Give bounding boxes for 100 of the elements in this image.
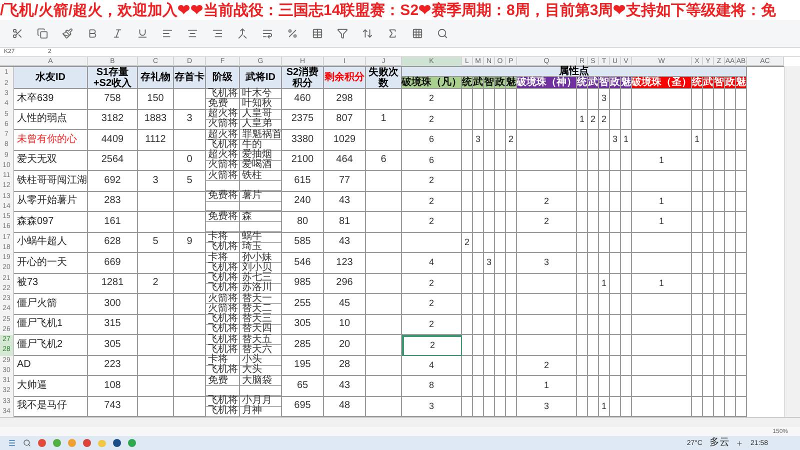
toolbar-icon[interactable] [112, 28, 123, 39]
table-cell [588, 212, 599, 232]
table-cell [725, 130, 736, 150]
table-cell [473, 253, 484, 274]
toolbar-icon[interactable] [337, 28, 348, 39]
table-cell: 43 [324, 192, 366, 212]
table-cell [495, 89, 506, 110]
table-cell: 2 [402, 294, 462, 314]
table-cell [725, 356, 736, 376]
column-header: 存首卡 [174, 72, 204, 83]
toolbar-icon[interactable] [237, 28, 248, 39]
table-cell: 爱天无双 [14, 150, 88, 171]
table-cell [484, 89, 495, 110]
table-cell: 2 [517, 192, 577, 212]
toolbar-icon[interactable] [37, 28, 48, 39]
stat-header: 统 [692, 77, 703, 89]
table-cell: 叶知秋 [240, 99, 281, 110]
table-cell [495, 314, 506, 335]
table-cell [588, 150, 599, 171]
table-cell [577, 376, 588, 396]
table-cell [366, 192, 402, 212]
stat-header: 统 [462, 77, 473, 89]
table-cell [517, 150, 577, 171]
table-cell [736, 274, 747, 294]
table-cell [138, 356, 174, 376]
toolbar-icon[interactable] [162, 28, 173, 39]
table-cell: 苏洛川 [240, 284, 281, 294]
toolbar-icon[interactable] [437, 28, 448, 39]
table-cell [506, 314, 517, 335]
table-cell: 小蜗牛超人 [14, 232, 88, 253]
table-cell [462, 192, 473, 212]
table-cell: 2 [588, 110, 599, 130]
table-cell: 1 [366, 110, 402, 130]
table-cell [610, 171, 621, 192]
table-cell: 1112 [138, 130, 174, 150]
stat-header: 武 [588, 77, 599, 89]
toolbar-icon[interactable] [187, 28, 198, 39]
table-cell [366, 376, 402, 396]
table-cell [736, 376, 747, 396]
table-cell [703, 274, 714, 294]
table-cell [632, 294, 692, 314]
table-cell: 45 [324, 294, 366, 314]
search-icon[interactable] [23, 439, 31, 447]
table-cell [517, 232, 577, 253]
table-cell [692, 294, 703, 314]
table-cell: 807 [324, 110, 366, 130]
table-cell [736, 232, 747, 253]
toolbar-icon[interactable] [387, 28, 398, 39]
table-cell: 150 [138, 89, 174, 110]
table-cell: 65 [282, 376, 324, 396]
table-cell [473, 110, 484, 130]
table-cell [174, 294, 206, 314]
toolbar-icon[interactable] [262, 28, 273, 39]
start-icon[interactable] [8, 439, 16, 447]
table-cell [402, 232, 462, 253]
table-cell: 1 [632, 212, 692, 232]
table-cell: 2 [402, 110, 462, 130]
stat-header: 魅 [621, 77, 632, 89]
table-cell [714, 130, 725, 150]
table-cell: 2100 [282, 150, 324, 171]
toolbar-icon[interactable] [137, 28, 148, 39]
table-cell: 3 [599, 89, 610, 110]
table-cell: 被73 [14, 274, 88, 294]
table-cell [703, 89, 714, 110]
toolbar-icon[interactable] [62, 28, 73, 39]
table-cell: 4 [402, 356, 462, 376]
table-cell: 546 [282, 253, 324, 274]
table-cell [610, 232, 621, 253]
toolbar-icon[interactable] [312, 28, 323, 39]
table-cell [517, 171, 577, 192]
table-cell [174, 314, 206, 335]
group-header: 属性点 [402, 67, 747, 77]
column-header: 水友ID [36, 72, 66, 83]
table-cell: 免费将 [206, 192, 239, 202]
table-cell [610, 356, 621, 376]
table-cell [621, 110, 632, 130]
table-cell [588, 130, 599, 150]
toolbar-icon[interactable] [12, 28, 23, 39]
table-cell [506, 274, 517, 294]
toolbar-icon[interactable] [412, 28, 423, 39]
table-cell [736, 130, 747, 150]
table-cell [714, 192, 725, 212]
vertical-scrollbar[interactable] [784, 66, 800, 417]
tray-icon[interactable] [736, 440, 744, 446]
table-cell [495, 232, 506, 253]
table-cell: 298 [324, 89, 366, 110]
toolbar-icon[interactable] [287, 28, 298, 39]
table-cell: 火箭将 [206, 160, 239, 171]
table-cell: 240 [282, 192, 324, 212]
table-cell [588, 294, 599, 314]
table-cell: 585 [282, 232, 324, 253]
table-cell [506, 192, 517, 212]
table-cell [577, 171, 588, 192]
table-cell: 僵尸飞机1 [14, 314, 88, 335]
toolbar-icon[interactable] [362, 28, 373, 39]
table-cell: 火箭将 [206, 171, 239, 182]
toolbar-icon[interactable] [87, 28, 98, 39]
toolbar-icon[interactable] [212, 28, 223, 39]
table-cell [621, 356, 632, 376]
weather-condition: 多云 [709, 438, 730, 448]
